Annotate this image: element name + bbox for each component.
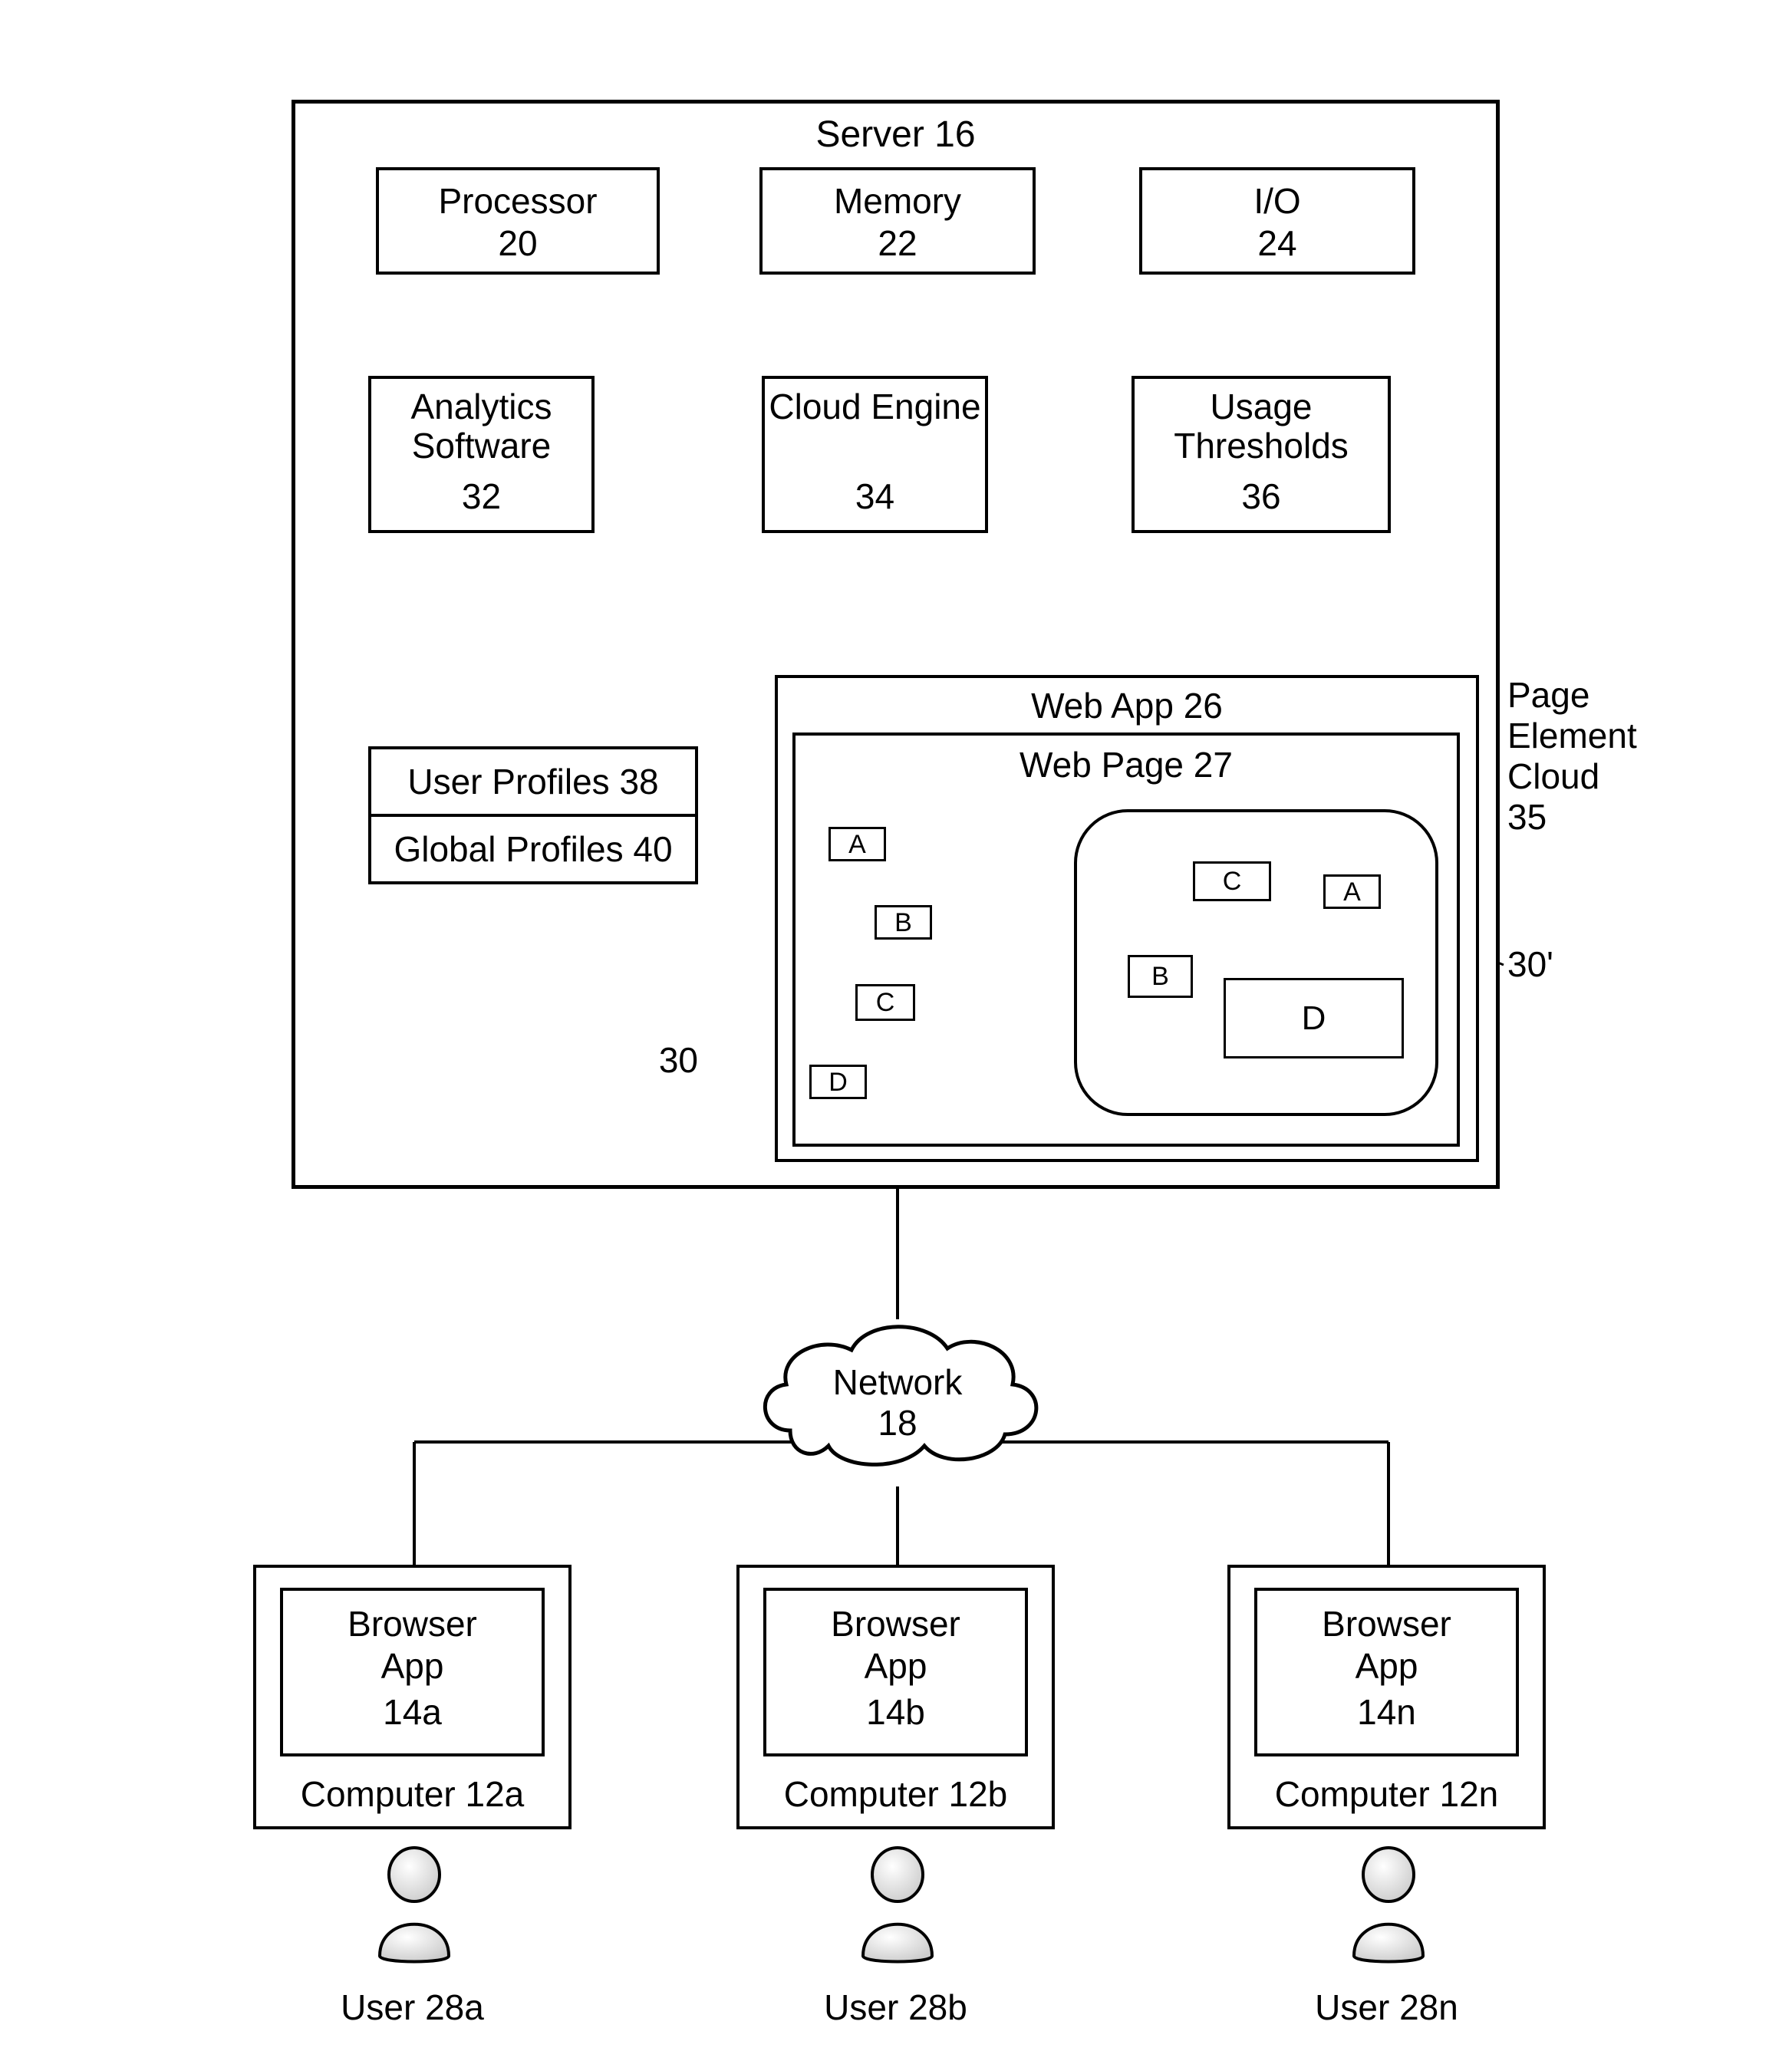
computer-b-label: Computer 12b xyxy=(736,1773,1055,1815)
browser-a-l2: App xyxy=(280,1645,545,1687)
analytics-num: 32 xyxy=(368,476,595,517)
cloud-engine-num: 34 xyxy=(762,476,988,517)
page-element-a: A xyxy=(828,827,886,861)
page-element-b: B xyxy=(875,905,932,940)
memory-num: 22 xyxy=(759,222,1036,264)
user-a-label: User 28a xyxy=(253,1987,572,2028)
cloud-element-b: B xyxy=(1128,955,1193,998)
user-n-icon xyxy=(1339,1841,1438,1964)
network-name: Network xyxy=(744,1361,1051,1403)
page-element-cloud-label: Page Element Cloud 35 xyxy=(1507,675,1676,838)
webapp-title: Web App 26 xyxy=(775,685,1479,726)
browser-a-l1: Browser xyxy=(280,1603,545,1644)
cloud-element-a: A xyxy=(1323,874,1381,909)
browser-a-num: 14a xyxy=(280,1691,545,1733)
computer-a-label: Computer 12a xyxy=(253,1773,572,1815)
browser-b-num: 14b xyxy=(763,1691,1028,1733)
user-b-label: User 28b xyxy=(736,1987,1055,2028)
webpage-title: Web Page 27 xyxy=(792,744,1460,785)
user-n-label: User 28n xyxy=(1227,1987,1546,2028)
user-b-icon xyxy=(848,1841,947,1964)
computer-n-label: Computer 12n xyxy=(1227,1773,1546,1815)
analytics-name: Analytics Software xyxy=(368,387,595,465)
user-profiles-label: User Profiles 38 xyxy=(368,761,698,802)
browser-b-l2: App xyxy=(763,1645,1028,1687)
network-num: 18 xyxy=(744,1402,1051,1444)
ref-30p: 30' xyxy=(1507,943,1592,985)
usage-thresholds-name: Usage Thresholds xyxy=(1132,387,1391,465)
processor-num: 20 xyxy=(376,222,660,264)
user-a-icon xyxy=(364,1841,464,1964)
cloud-element-c: C xyxy=(1193,861,1271,901)
browser-b-l1: Browser xyxy=(763,1603,1028,1644)
ref-30: 30 xyxy=(629,1039,698,1081)
cloud-engine-name: Cloud Engine xyxy=(762,387,988,426)
browser-n-l1: Browser xyxy=(1254,1603,1519,1644)
cloud-element-d: D xyxy=(1224,978,1404,1058)
page-element-d: D xyxy=(809,1065,867,1099)
io-num: 24 xyxy=(1139,222,1415,264)
usage-thresholds-num: 36 xyxy=(1132,476,1391,517)
global-profiles-label: Global Profiles 40 xyxy=(368,828,698,870)
browser-n-l2: App xyxy=(1254,1645,1519,1687)
processor-name: Processor xyxy=(376,180,660,222)
browser-n-num: 14n xyxy=(1254,1691,1519,1733)
page-element-c: C xyxy=(855,984,915,1021)
io-name: I/O xyxy=(1139,180,1415,222)
server-title: Server 16 xyxy=(292,114,1500,156)
memory-name: Memory xyxy=(759,180,1036,222)
